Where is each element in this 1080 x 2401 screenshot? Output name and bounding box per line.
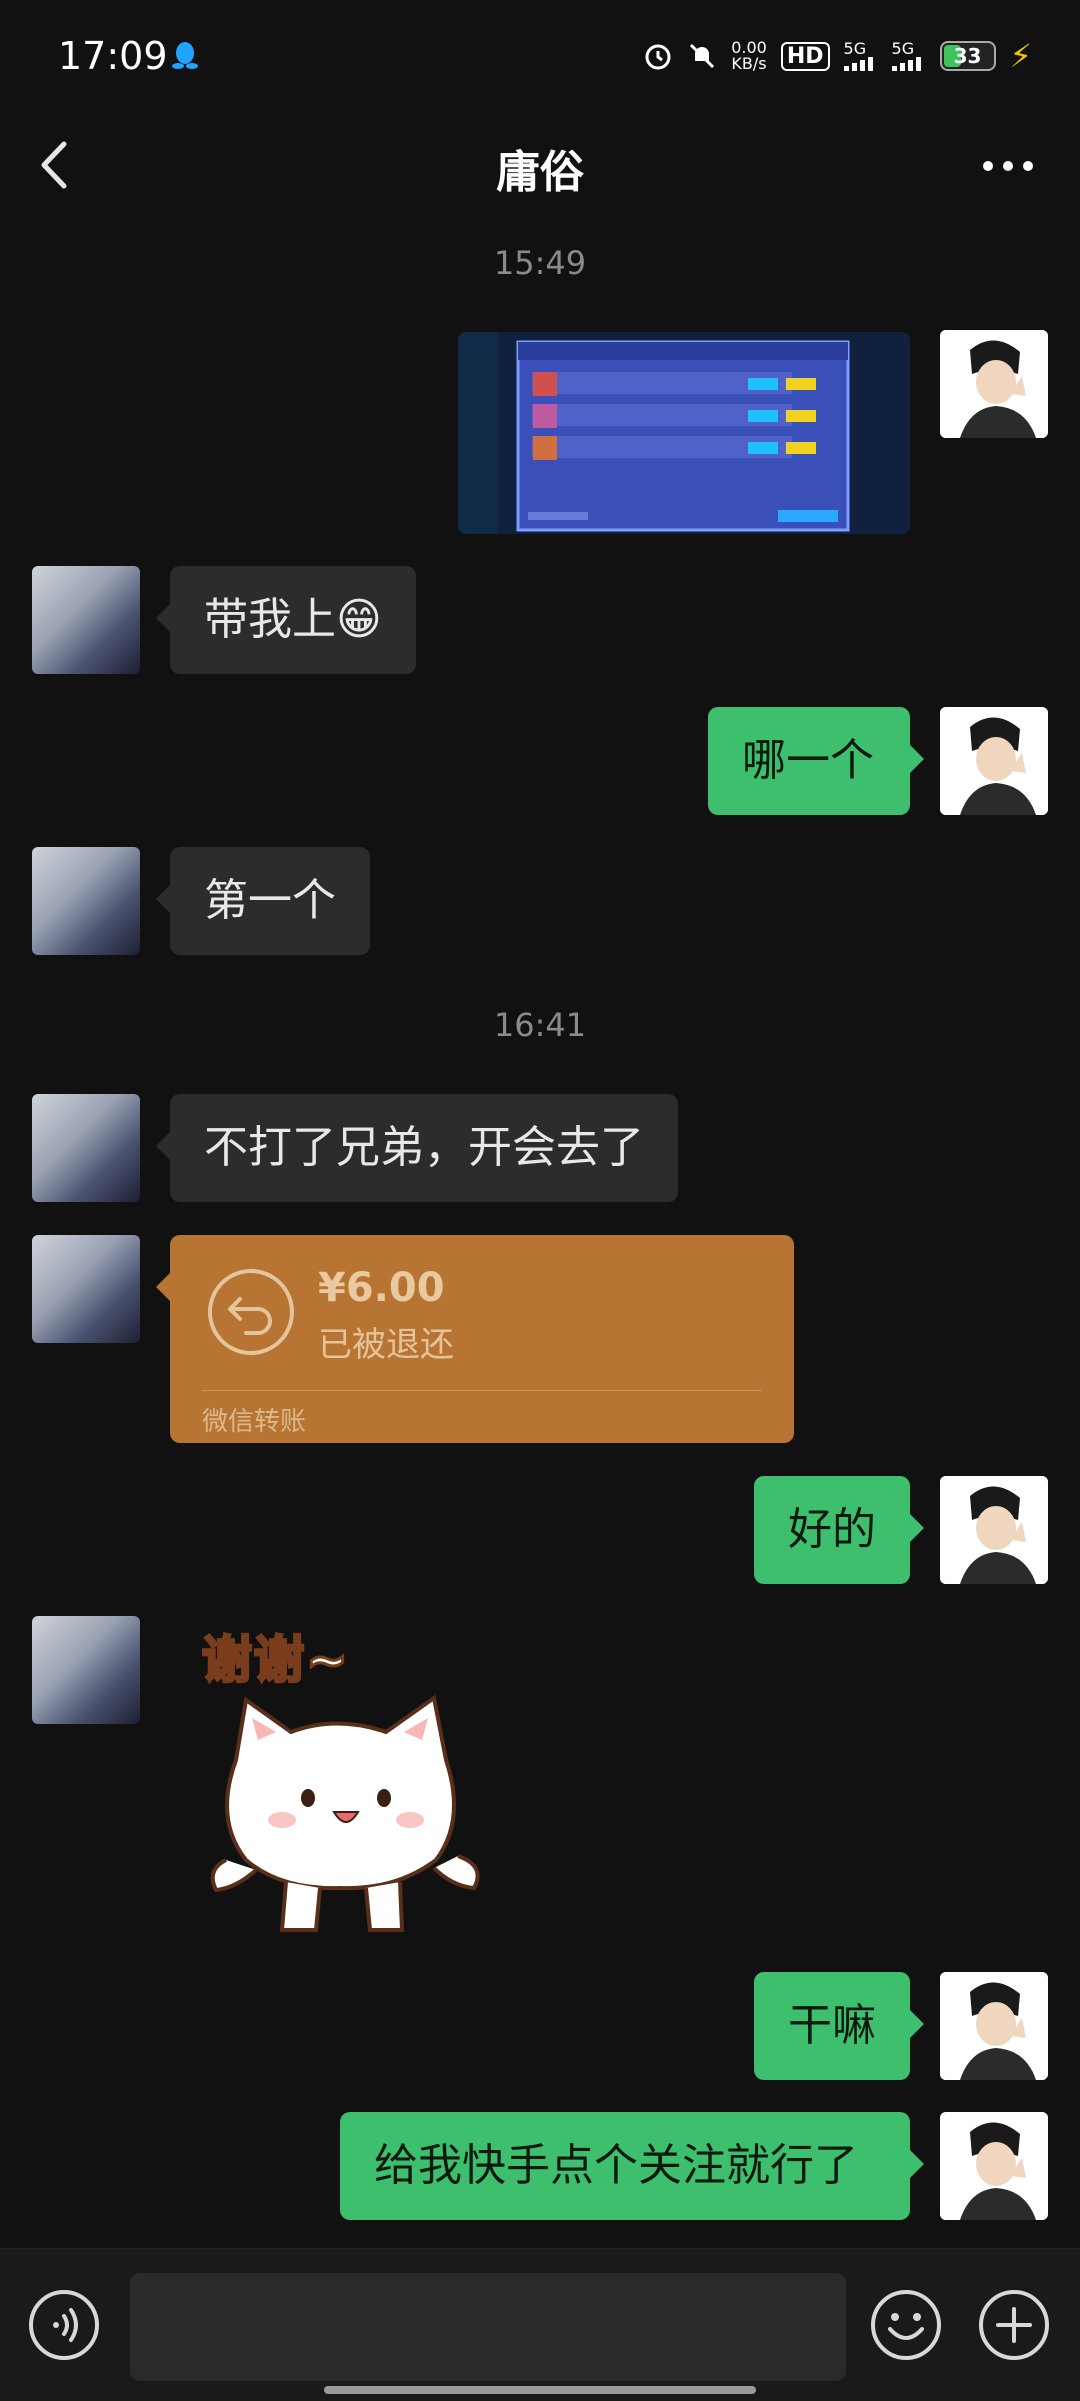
chat-title: 庸俗 — [496, 147, 584, 198]
avatar[interactable] — [940, 1972, 1048, 2080]
transfer-label: 微信转账 — [202, 1407, 307, 1437]
hd-badge: HD — [780, 41, 830, 71]
voice-button[interactable] — [28, 2289, 100, 2361]
divider — [202, 1390, 762, 1391]
avatar[interactable] — [32, 1094, 140, 1202]
charging-icon: ⚡ — [1009, 37, 1032, 75]
message-bubble: 干嘛 — [754, 1972, 924, 2080]
image-message[interactable] — [458, 332, 910, 534]
message-bubble: 给我快手点个关注就行了 — [340, 2112, 924, 2220]
message-bubble: 哪一个 — [708, 707, 924, 815]
avatar[interactable] — [32, 566, 140, 674]
transfer-card[interactable]: ¥6.00 已被退还 微信转账 — [156, 1235, 794, 1443]
signal-sim1: 5G — [843, 41, 878, 71]
message-bubble: 带我上😁 — [156, 566, 416, 674]
alarm-icon — [643, 41, 673, 71]
signal-icon — [891, 57, 921, 71]
transfer-status: 已被退还 — [318, 1325, 454, 1365]
status-icons: 0.00 KB/s HD 5G 5G 33 ⚡ — [643, 36, 1032, 76]
timestamp: 15:49 — [493, 244, 587, 282]
net-speed: 0.00 KB/s — [731, 38, 767, 73]
home-indicator[interactable] — [324, 2386, 756, 2394]
sticker-message[interactable]: 谢谢~ — [196, 1620, 496, 1940]
more-button[interactable] — [978, 148, 1038, 184]
refund-icon — [206, 1267, 296, 1357]
plus-icon — [979, 2290, 1049, 2360]
message-bubble: 好的 — [754, 1476, 924, 1584]
signal-icon — [843, 57, 873, 71]
more-icon — [983, 161, 1033, 171]
avatar[interactable] — [32, 1616, 140, 1724]
avatar[interactable] — [940, 330, 1048, 438]
message-bubble: 不打了兄弟，开会去了 — [156, 1094, 678, 1202]
avatar[interactable] — [32, 847, 140, 955]
voice-icon — [29, 2290, 99, 2360]
qq-icon — [172, 40, 198, 70]
cat-sticker-icon — [210, 1694, 480, 1932]
emoji-icon — [871, 2290, 941, 2360]
emoji-button[interactable] — [870, 2289, 942, 2361]
timestamp: 16:41 — [493, 1006, 587, 1044]
chat-header: 庸俗 — [0, 120, 1080, 210]
input-bar — [0, 2248, 1080, 2401]
transfer-amount: ¥6.00 — [318, 1265, 445, 1311]
signal-sim2: 5G — [891, 41, 926, 71]
message-bubble: 第一个 — [156, 847, 370, 955]
status-bar: 17:09 0.00 KB/s HD 5G 5G 33 ⚡ — [0, 0, 1080, 120]
plus-button[interactable] — [978, 2289, 1050, 2361]
mute-icon — [687, 41, 717, 71]
avatar[interactable] — [940, 707, 1048, 815]
message-input[interactable] — [130, 2273, 846, 2381]
battery-icon: 33 — [939, 41, 996, 71]
status-time: 17:09 — [58, 34, 168, 78]
avatar[interactable] — [32, 1235, 140, 1343]
avatar[interactable] — [940, 2112, 1048, 2220]
avatar[interactable] — [940, 1476, 1048, 1584]
